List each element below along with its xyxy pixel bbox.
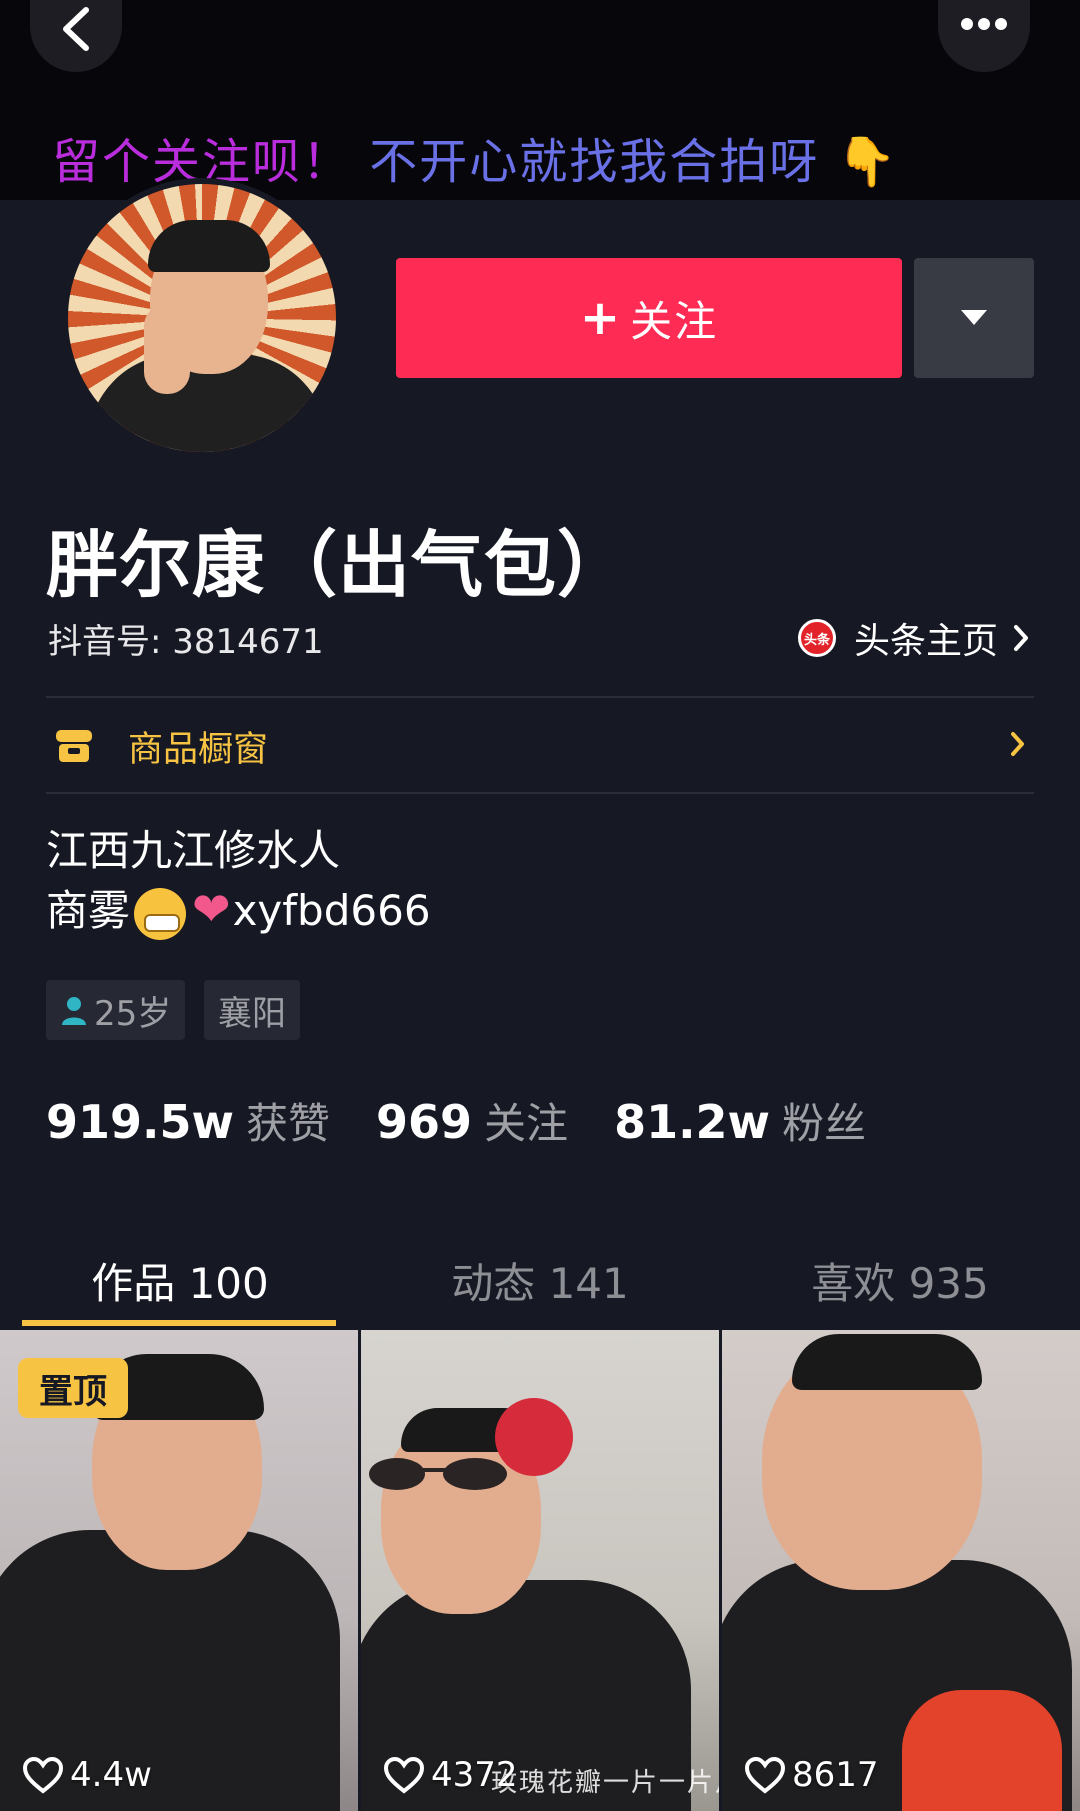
heart-outline-icon (744, 1756, 786, 1794)
heart-icon: ❤ (192, 882, 231, 936)
grinning-face-emoji (134, 887, 187, 940)
profile-banner: 留个关注呗！ 不开心就找我合拍呀 👇 (0, 0, 1080, 200)
profile-stats: 919.5w 获赞 969 关注 81.2w 粉丝 (46, 1090, 912, 1151)
video-subtitle: 玫瑰花瓣一片一片片~ (491, 1768, 719, 1798)
recommend-dropdown-button[interactable] (914, 258, 1034, 378)
bio-line-2: 商雾 ❤xyfbd666 (46, 880, 431, 940)
location-tag: 襄阳 (204, 980, 300, 1040)
display-name: 胖尔康（出气包） (46, 523, 631, 607)
tab-likes[interactable]: 喜欢 935 (720, 1236, 1080, 1324)
profile-page: 留个关注呗！ 不开心就找我合拍呀 👇 + 关注 胖尔康（出气包） 抖音号: 38… (0, 0, 1080, 1811)
tab-activity[interactable]: 动态 141 (360, 1236, 720, 1324)
stat-following-count: 969 (376, 1095, 473, 1149)
heart-outline-icon (383, 1756, 425, 1794)
bio-line-1: 江西九江修水人 (46, 826, 341, 875)
microphone (902, 1690, 1062, 1811)
person-icon (62, 997, 86, 1025)
more-dots-icon (961, 18, 1007, 30)
back-button[interactable] (30, 0, 122, 72)
video-grid: 置顶 4.4w 玫瑰花瓣一片一片片~ (0, 1330, 1080, 1811)
video-thumbnail[interactable]: 玫瑰花瓣一片一片片~ 4372 (361, 1330, 719, 1811)
active-tab-indicator (22, 1320, 336, 1326)
pointing-down-emoji: 👇 (836, 134, 899, 190)
avatar[interactable] (62, 178, 342, 458)
sunglasses (369, 1458, 507, 1490)
content-tabs: 作品 100 动态 141 喜欢 935 (0, 1236, 1080, 1324)
video-likes: 4372 (383, 1755, 518, 1795)
stat-likes-count: 919.5w (46, 1095, 234, 1149)
back-arrow-icon (63, 7, 89, 51)
toutiao-logo-icon: 头条 (797, 619, 836, 657)
stat-following[interactable]: 969 关注 (376, 1090, 568, 1151)
tab-works[interactable]: 作品 100 (0, 1236, 360, 1324)
toutiao-homepage-link[interactable]: 头条 头条主页 (797, 612, 1030, 664)
age-tag: 25岁 (46, 980, 186, 1040)
video-likes: 8617 (744, 1755, 879, 1795)
rose (495, 1398, 573, 1476)
follow-label: 关注 (630, 296, 719, 346)
heart-outline-icon (22, 1756, 64, 1794)
video-likes-count: 4372 (431, 1755, 518, 1795)
toutiao-link-label: 头条主页 (853, 621, 998, 662)
shop-window-label: 商品橱窗 (128, 729, 269, 770)
divider (46, 696, 1034, 698)
stat-followers-count: 81.2w (614, 1095, 771, 1149)
divider (46, 792, 1034, 794)
triangle-down-icon (961, 310, 987, 325)
shop-window-row[interactable]: 商品橱窗 (46, 722, 1034, 770)
plus-icon: + (579, 290, 623, 346)
video-thumbnail[interactable]: 8617 (722, 1330, 1080, 1811)
stat-likes: 919.5w 获赞 (46, 1090, 330, 1151)
douyin-id: 抖音号: 3814671 (48, 622, 324, 662)
stat-followers-label: 粉丝 (782, 1099, 867, 1148)
bio: 江西九江修水人 商雾 ❤xyfbd666 (46, 822, 431, 940)
follow-button[interactable]: + 关注 (396, 258, 902, 378)
banner-text-part2: 不开心就找我合拍呀 (369, 134, 820, 190)
stat-followers[interactable]: 81.2w 粉丝 (614, 1090, 866, 1151)
shop-icon (56, 730, 92, 762)
video-likes-count: 4.4w (70, 1755, 152, 1795)
stat-likes-label: 获赞 (246, 1099, 331, 1148)
age-label: 25岁 (94, 993, 172, 1034)
video-likes: 4.4w (22, 1755, 152, 1795)
stat-following-label: 关注 (484, 1099, 569, 1148)
more-options-button[interactable] (938, 0, 1030, 72)
chevron-right-icon (1014, 625, 1028, 651)
video-thumbnail[interactable]: 置顶 4.4w (0, 1330, 358, 1811)
pinned-badge: 置顶 (18, 1358, 128, 1418)
chevron-right-icon (1011, 732, 1024, 756)
video-likes-count: 8617 (792, 1755, 879, 1795)
